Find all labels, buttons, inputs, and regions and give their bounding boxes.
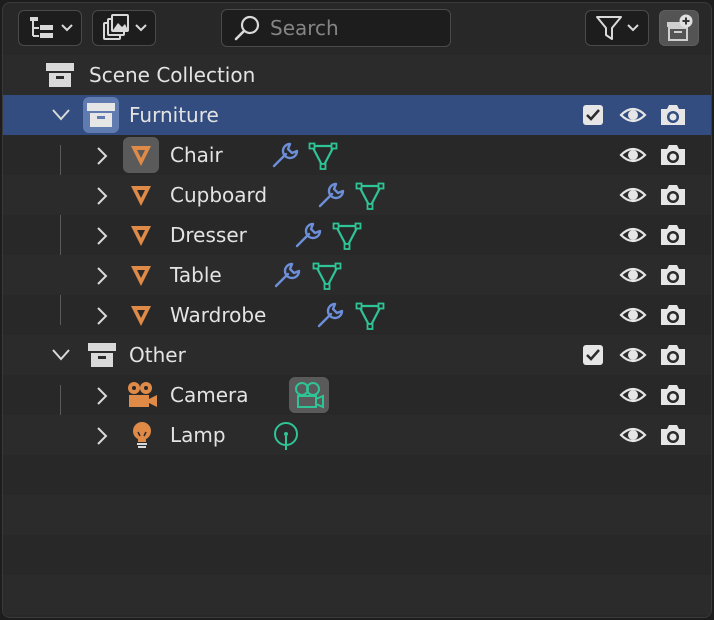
camera-render-icon[interactable] <box>659 143 687 167</box>
wrench-icon[interactable] <box>315 301 345 329</box>
eye-icon[interactable] <box>619 383 647 407</box>
new-collection-icon <box>664 13 694 43</box>
empty-row <box>3 495 711 535</box>
row-camera[interactable]: Camera <box>3 375 711 415</box>
mesh-data-icon[interactable] <box>308 141 338 171</box>
camera-render-icon[interactable] <box>659 263 687 287</box>
empty-row <box>3 455 711 495</box>
collection-box-icon[interactable] <box>83 97 119 133</box>
row-table[interactable]: Table <box>3 255 711 295</box>
eye-icon[interactable] <box>619 303 647 327</box>
eye-icon[interactable] <box>619 103 647 127</box>
camera-object-icon[interactable] <box>125 380 159 410</box>
wrench-icon[interactable] <box>270 141 300 169</box>
chevron-right-icon[interactable] <box>95 426 109 446</box>
row-label: Dresser <box>170 223 247 247</box>
row-label: Camera <box>170 383 249 407</box>
mesh-object-icon[interactable] <box>128 222 154 248</box>
light-data-icon[interactable] <box>271 421 301 451</box>
chevron-right-icon[interactable] <box>95 266 109 286</box>
camera-data-icon[interactable] <box>289 377 329 413</box>
row-label: Cupboard <box>170 183 268 207</box>
eye-icon[interactable] <box>619 343 647 367</box>
row-label: Furniture <box>129 103 219 127</box>
search-input[interactable] <box>268 15 442 41</box>
chevron-down-icon[interactable] <box>51 108 71 122</box>
camera-render-icon[interactable] <box>659 183 687 207</box>
mesh-data-icon[interactable] <box>332 221 362 251</box>
row-label: Other <box>129 343 186 367</box>
view-layer-icon <box>101 14 131 42</box>
camera-render-icon[interactable] <box>659 303 687 327</box>
chevron-right-icon[interactable] <box>95 226 109 246</box>
search-icon <box>232 13 262 43</box>
row-chair[interactable]: Chair <box>3 135 711 175</box>
eye-icon[interactable] <box>619 223 647 247</box>
chevron-down-icon <box>61 24 73 32</box>
view-layer-dropdown[interactable] <box>92 10 156 46</box>
row-furniture[interactable]: Furniture <box>3 95 711 135</box>
mesh-data-icon[interactable] <box>355 181 385 211</box>
wrench-icon[interactable] <box>293 221 323 249</box>
collection-box-icon <box>87 341 117 369</box>
row-lamp[interactable]: Lamp <box>3 415 711 455</box>
row-wardrobe[interactable]: Wardrobe <box>3 295 711 335</box>
row-label: Table <box>170 263 222 287</box>
eye-icon[interactable] <box>619 263 647 287</box>
mesh-data-icon[interactable] <box>355 301 385 331</box>
row-label: Scene Collection <box>89 63 256 87</box>
camera-render-icon[interactable] <box>659 223 687 247</box>
funnel-icon <box>595 14 623 42</box>
exclude-checkbox[interactable] <box>583 105 603 125</box>
eye-icon[interactable] <box>619 183 647 207</box>
mesh-object-icon[interactable] <box>123 137 159 173</box>
camera-render-icon[interactable] <box>659 103 687 127</box>
chevron-right-icon[interactable] <box>95 186 109 206</box>
empty-row <box>3 575 711 615</box>
chevron-right-icon[interactable] <box>95 386 109 406</box>
camera-render-icon[interactable] <box>659 383 687 407</box>
collection-box-icon <box>45 61 75 89</box>
outliner-panel: Scene Collection Furniture <box>2 2 712 618</box>
mesh-data-icon[interactable] <box>312 261 342 291</box>
row-label: Lamp <box>170 423 226 447</box>
light-object-icon[interactable] <box>129 420 155 450</box>
wrench-icon[interactable] <box>316 181 346 209</box>
mesh-object-icon[interactable] <box>128 182 154 208</box>
row-dresser[interactable]: Dresser <box>3 215 711 255</box>
eye-icon[interactable] <box>619 143 647 167</box>
display-mode-dropdown[interactable] <box>18 10 82 46</box>
outliner-header <box>3 3 711 53</box>
mesh-object-icon[interactable] <box>128 262 154 288</box>
camera-render-icon[interactable] <box>659 423 687 447</box>
search-field[interactable] <box>221 9 451 47</box>
mesh-object-icon[interactable] <box>128 302 154 328</box>
row-scene-collection[interactable]: Scene Collection <box>3 55 711 95</box>
row-other[interactable]: Other <box>3 335 711 375</box>
row-label: Wardrobe <box>170 303 267 327</box>
wrench-icon[interactable] <box>272 261 302 289</box>
filter-dropdown[interactable] <box>585 10 649 46</box>
chevron-right-icon[interactable] <box>95 146 109 166</box>
chevron-down-icon[interactable] <box>51 348 71 362</box>
chevron-right-icon[interactable] <box>95 306 109 326</box>
camera-render-icon[interactable] <box>659 343 687 367</box>
outliner-display-mode-icon <box>27 15 57 41</box>
empty-row <box>3 535 711 575</box>
row-cupboard[interactable]: Cupboard <box>3 175 711 215</box>
exclude-checkbox[interactable] <box>583 345 603 365</box>
row-label: Chair <box>170 143 223 167</box>
eye-icon[interactable] <box>619 423 647 447</box>
new-collection-button[interactable] <box>659 10 699 46</box>
chevron-down-icon <box>627 24 639 32</box>
chevron-down-icon <box>135 24 147 32</box>
